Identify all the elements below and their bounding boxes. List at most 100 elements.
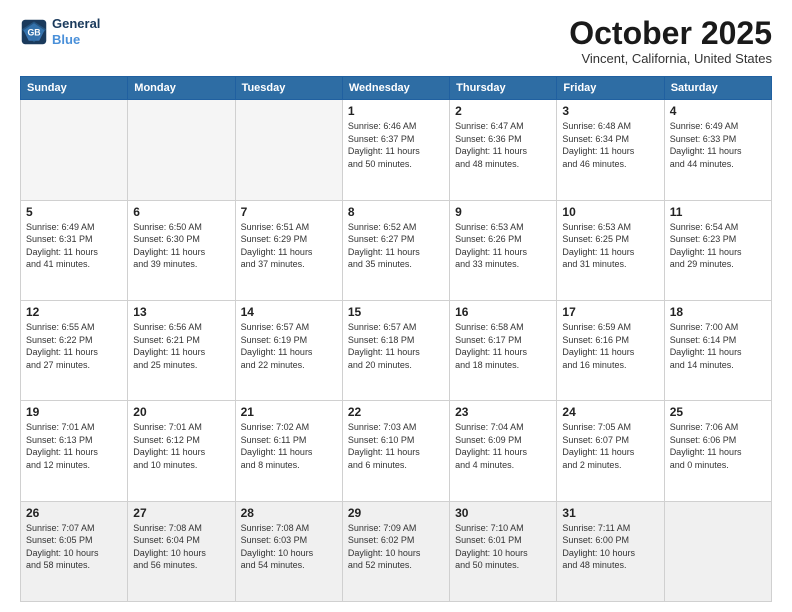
day-number: 11 — [670, 205, 766, 219]
logo-line2: Blue — [52, 32, 100, 48]
day-number: 17 — [562, 305, 658, 319]
day-number: 10 — [562, 205, 658, 219]
day-info: Sunrise: 6:49 AMSunset: 6:31 PMDaylight:… — [26, 221, 122, 271]
day-number: 8 — [348, 205, 444, 219]
calendar-cell — [235, 100, 342, 200]
logo: GB General Blue — [20, 16, 100, 47]
day-number: 20 — [133, 405, 229, 419]
weekday-header-thursday: Thursday — [450, 77, 557, 100]
header: GB General Blue October 2025 Vincent, Ca… — [20, 16, 772, 66]
day-number: 9 — [455, 205, 551, 219]
day-info: Sunrise: 6:48 AMSunset: 6:34 PMDaylight:… — [562, 120, 658, 170]
day-number: 7 — [241, 205, 337, 219]
calendar-cell: 9 Sunrise: 6:53 AMSunset: 6:26 PMDaylight… — [450, 200, 557, 300]
calendar-cell: 12 Sunrise: 6:55 AMSunset: 6:22 PMDayligh… — [21, 300, 128, 400]
day-info: Sunrise: 6:54 AMSunset: 6:23 PMDaylight:… — [670, 221, 766, 271]
day-number: 14 — [241, 305, 337, 319]
calendar-cell: 3 Sunrise: 6:48 AMSunset: 6:34 PMDaylight… — [557, 100, 664, 200]
day-info: Sunrise: 6:56 AMSunset: 6:21 PMDaylight:… — [133, 321, 229, 371]
day-info: Sunrise: 7:04 AMSunset: 6:09 PMDaylight:… — [455, 421, 551, 471]
svg-text:GB: GB — [27, 27, 40, 37]
calendar-cell — [128, 100, 235, 200]
day-info: Sunrise: 6:58 AMSunset: 6:17 PMDaylight:… — [455, 321, 551, 371]
calendar-cell — [664, 501, 771, 601]
calendar-cell: 5 Sunrise: 6:49 AMSunset: 6:31 PMDaylight… — [21, 200, 128, 300]
weekday-header-saturday: Saturday — [664, 77, 771, 100]
day-info: Sunrise: 6:51 AMSunset: 6:29 PMDaylight:… — [241, 221, 337, 271]
day-info: Sunrise: 6:47 AMSunset: 6:36 PMDaylight:… — [455, 120, 551, 170]
day-number: 3 — [562, 104, 658, 118]
calendar-cell — [21, 100, 128, 200]
day-info: Sunrise: 6:52 AMSunset: 6:27 PMDaylight:… — [348, 221, 444, 271]
calendar-cell: 21Sunrise: 7:02 AMSunset: 6:11 PMDayligh… — [235, 401, 342, 501]
calendar-cell: 16 Sunrise: 6:58 AMSunset: 6:17 PMDayligh… — [450, 300, 557, 400]
calendar-cell: 6 Sunrise: 6:50 AMSunset: 6:30 PMDaylight… — [128, 200, 235, 300]
calendar-cell: 23 Sunrise: 7:04 AMSunset: 6:09 PMDayligh… — [450, 401, 557, 501]
day-number: 25 — [670, 405, 766, 419]
day-number: 27 — [133, 506, 229, 520]
day-number: 24 — [562, 405, 658, 419]
weekday-header-wednesday: Wednesday — [342, 77, 449, 100]
week-row-3: 12 Sunrise: 6:55 AMSunset: 6:22 PMDayligh… — [21, 300, 772, 400]
calendar-cell: 28Sunrise: 7:08 AMSunset: 6:03 PMDayligh… — [235, 501, 342, 601]
day-number: 19 — [26, 405, 122, 419]
day-info: Sunrise: 7:07 AMSunset: 6:05 PMDaylight:… — [26, 522, 122, 572]
calendar-cell: 15Sunrise: 6:57 AMSunset: 6:18 PMDayligh… — [342, 300, 449, 400]
calendar-cell: 31Sunrise: 7:11 AMSunset: 6:00 PMDayligh… — [557, 501, 664, 601]
logo-text: General Blue — [52, 16, 100, 47]
calendar-cell: 2Sunrise: 6:47 AMSunset: 6:36 PMDaylight… — [450, 100, 557, 200]
weekday-header-row: SundayMondayTuesdayWednesdayThursdayFrid… — [21, 77, 772, 100]
day-number: 1 — [348, 104, 444, 118]
day-number: 28 — [241, 506, 337, 520]
day-info: Sunrise: 7:08 AMSunset: 6:04 PMDaylight:… — [133, 522, 229, 572]
day-number: 26 — [26, 506, 122, 520]
day-number: 16 — [455, 305, 551, 319]
day-number: 18 — [670, 305, 766, 319]
calendar-cell: 14 Sunrise: 6:57 AMSunset: 6:19 PMDayligh… — [235, 300, 342, 400]
day-info: Sunrise: 6:50 AMSunset: 6:30 PMDaylight:… — [133, 221, 229, 271]
day-info: Sunrise: 6:53 AMSunset: 6:25 PMDaylight:… — [562, 221, 658, 271]
weekday-header-sunday: Sunday — [21, 77, 128, 100]
calendar-cell: 20 Sunrise: 7:01 AMSunset: 6:12 PMDayligh… — [128, 401, 235, 501]
calendar-cell: 17 Sunrise: 6:59 AMSunset: 6:16 PMDayligh… — [557, 300, 664, 400]
day-number: 5 — [26, 205, 122, 219]
calendar-cell: 7 Sunrise: 6:51 AMSunset: 6:29 PMDaylight… — [235, 200, 342, 300]
month-title: October 2025 — [569, 16, 772, 51]
day-number: 6 — [133, 205, 229, 219]
page: GB General Blue October 2025 Vincent, Ca… — [0, 0, 792, 612]
day-info: Sunrise: 6:53 AMSunset: 6:26 PMDaylight:… — [455, 221, 551, 271]
day-info: Sunrise: 6:57 AMSunset: 6:19 PMDaylight:… — [241, 321, 337, 371]
day-info: Sunrise: 7:05 AMSunset: 6:07 PMDaylight:… — [562, 421, 658, 471]
week-row-1: 1Sunrise: 6:46 AMSunset: 6:37 PMDaylight… — [21, 100, 772, 200]
day-number: 31 — [562, 506, 658, 520]
day-number: 29 — [348, 506, 444, 520]
day-info: Sunrise: 7:00 AMSunset: 6:14 PMDaylight:… — [670, 321, 766, 371]
calendar-cell: 25Sunrise: 7:06 AMSunset: 6:06 PMDayligh… — [664, 401, 771, 501]
calendar-cell: 1Sunrise: 6:46 AMSunset: 6:37 PMDaylight… — [342, 100, 449, 200]
day-info: Sunrise: 7:01 AMSunset: 6:12 PMDaylight:… — [133, 421, 229, 471]
calendar-cell: 24 Sunrise: 7:05 AMSunset: 6:07 PMDayligh… — [557, 401, 664, 501]
day-number: 12 — [26, 305, 122, 319]
calendar-cell: 4Sunrise: 6:49 AMSunset: 6:33 PMDaylight… — [664, 100, 771, 200]
weekday-header-tuesday: Tuesday — [235, 77, 342, 100]
week-row-4: 19Sunrise: 7:01 AMSunset: 6:13 PMDayligh… — [21, 401, 772, 501]
calendar-cell: 19Sunrise: 7:01 AMSunset: 6:13 PMDayligh… — [21, 401, 128, 501]
day-info: Sunrise: 6:49 AMSunset: 6:33 PMDaylight:… — [670, 120, 766, 170]
day-info: Sunrise: 7:02 AMSunset: 6:11 PMDaylight:… — [241, 421, 337, 471]
logo-line1: General — [52, 16, 100, 32]
day-info: Sunrise: 6:57 AMSunset: 6:18 PMDaylight:… — [348, 321, 444, 371]
day-number: 23 — [455, 405, 551, 419]
week-row-2: 5 Sunrise: 6:49 AMSunset: 6:31 PMDaylight… — [21, 200, 772, 300]
day-info: Sunrise: 7:03 AMSunset: 6:10 PMDaylight:… — [348, 421, 444, 471]
weekday-header-friday: Friday — [557, 77, 664, 100]
calendar-cell: 30Sunrise: 7:10 AMSunset: 6:01 PMDayligh… — [450, 501, 557, 601]
header-right: October 2025 Vincent, California, United… — [569, 16, 772, 66]
logo-icon: GB — [20, 18, 48, 46]
calendar-cell: 8 Sunrise: 6:52 AMSunset: 6:27 PMDaylight… — [342, 200, 449, 300]
day-number: 30 — [455, 506, 551, 520]
calendar-cell: 29Sunrise: 7:09 AMSunset: 6:02 PMDayligh… — [342, 501, 449, 601]
day-info: Sunrise: 6:55 AMSunset: 6:22 PMDaylight:… — [26, 321, 122, 371]
calendar-cell: 10 Sunrise: 6:53 AMSunset: 6:25 PMDayligh… — [557, 200, 664, 300]
day-info: Sunrise: 6:59 AMSunset: 6:16 PMDaylight:… — [562, 321, 658, 371]
calendar-cell: 11 Sunrise: 6:54 AMSunset: 6:23 PMDayligh… — [664, 200, 771, 300]
